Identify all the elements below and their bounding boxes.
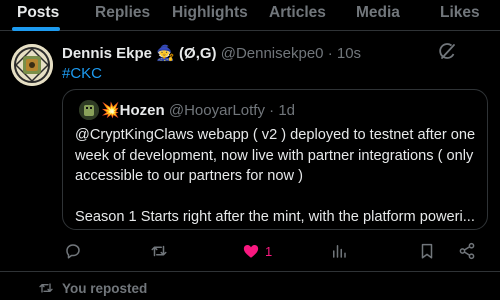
separator-dot: · (327, 45, 333, 62)
tab-replies[interactable]: Replies (95, 4, 150, 22)
quote-avatar[interactable] (79, 100, 99, 120)
quote-author-line: 💥Hozen @HooyarLotfy · 1d (101, 101, 295, 119)
reply-icon (66, 244, 80, 259)
repost-label: You reposted (62, 280, 148, 296)
author-display-name[interactable]: Dennis Ekpe 🧙 (Ø,G) (62, 45, 217, 62)
quote-text-line: @CryptKingClaws webapp ( v2 ) deployed t… (75, 127, 476, 143)
quoted-post[interactable]: 💥Hozen @HooyarLotfy · 1d @CryptKingClaws… (62, 89, 488, 230)
share-icon (459, 242, 475, 260)
profile-tabs: Posts Replies Highlights Articles Media … (0, 0, 500, 31)
quote-text-line: week of development, now live with partn… (75, 147, 474, 164)
active-tab-indicator (12, 27, 60, 31)
bookmark-button[interactable] (418, 240, 436, 262)
like-count: 1 (265, 243, 273, 259)
quote-timestamp[interactable]: 1d (278, 102, 295, 119)
reply-button[interactable] (64, 240, 82, 262)
repost-icon (39, 283, 53, 293)
avatar[interactable] (11, 44, 53, 86)
share-button[interactable] (458, 240, 476, 262)
quote-text-line: Season 1 Starts right after the mint, wi… (75, 208, 475, 225)
quote-handle[interactable]: @HooyarLotfy (169, 102, 265, 119)
tab-highlights[interactable]: Highlights (172, 4, 248, 22)
tab-articles[interactable]: Articles (269, 4, 326, 22)
post-actions: 1 (0, 240, 500, 264)
heart-icon (243, 245, 259, 258)
post-author-line: Dennis Ekpe 🧙 (Ø,G) @Dennisekpe0 · 10s (62, 44, 361, 62)
quote-display-name[interactable]: 💥Hozen (101, 102, 165, 119)
repost-button[interactable] (150, 240, 168, 262)
hashtag-link[interactable]: #CKC (62, 65, 102, 82)
post-timestamp[interactable]: 10s (337, 45, 361, 62)
quote-text: @CryptKingClaws webapp ( v2 ) deployed t… (75, 125, 480, 227)
grok-icon[interactable] (437, 42, 457, 62)
like-button[interactable]: 1 (242, 240, 272, 262)
tab-likes[interactable]: Likes (440, 4, 480, 22)
bookmark-icon (421, 243, 433, 259)
post-divider (0, 271, 500, 272)
repost-icon (151, 245, 167, 257)
separator-dot: · (269, 102, 275, 119)
avatar-image (11, 44, 53, 86)
repost-indicator[interactable]: You reposted (38, 280, 147, 296)
tab-posts[interactable]: Posts (17, 4, 59, 22)
tab-media[interactable]: Media (356, 4, 400, 22)
views-icon (333, 245, 346, 258)
quote-text-line: accessible to our partners for now ) (75, 168, 303, 184)
author-handle[interactable]: @Dennisekpe0 (221, 45, 324, 62)
views-button[interactable] (330, 240, 348, 262)
